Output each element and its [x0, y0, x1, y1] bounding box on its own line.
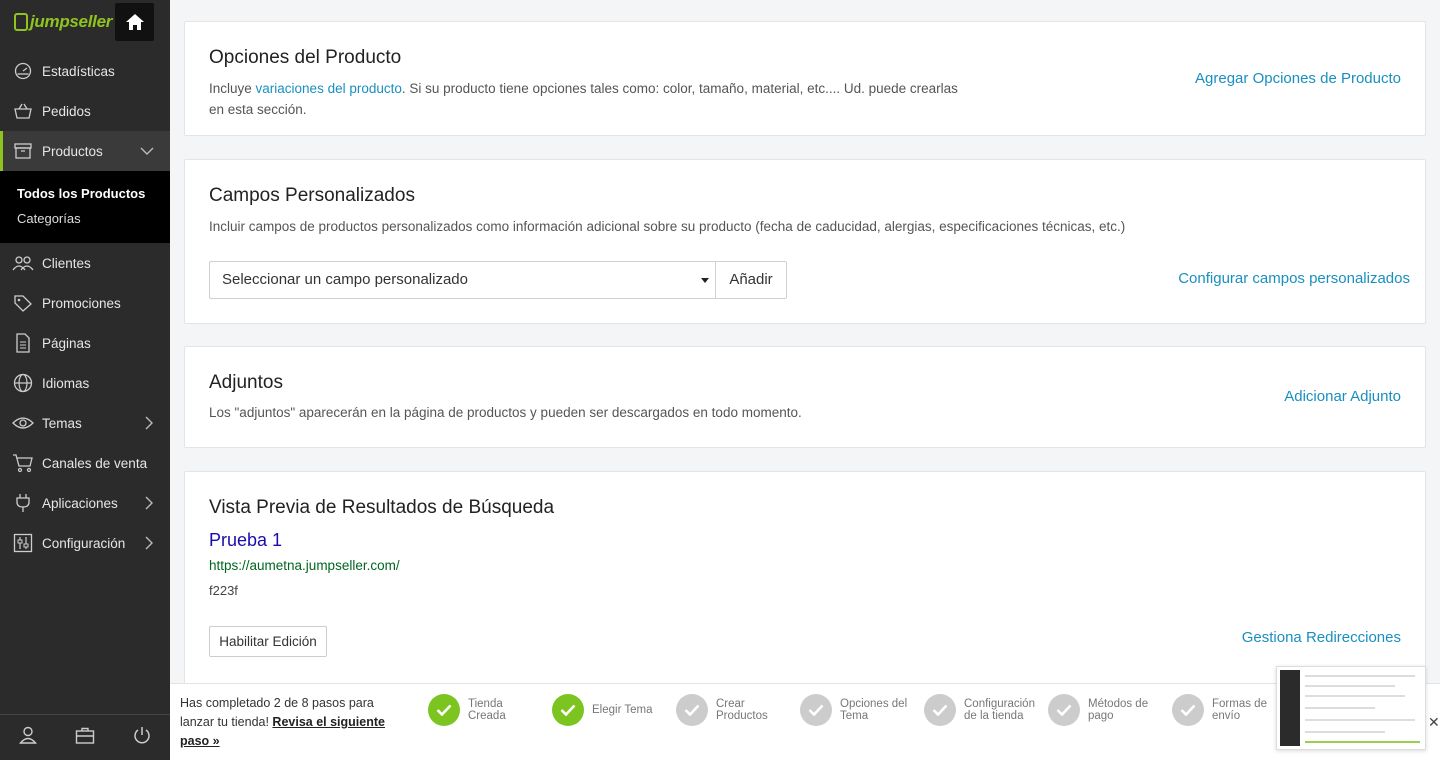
- card-description: Incluir campos de productos personalizad…: [209, 219, 1126, 234]
- card-title: Adjuntos: [209, 372, 283, 393]
- sidebar-item-paginas[interactable]: Páginas: [0, 323, 170, 363]
- home-icon: [125, 14, 144, 30]
- step-configuracion-tienda[interactable]: Configuración de la tienda: [924, 694, 1044, 726]
- custom-field-select[interactable]: Seleccionar un campo personalizado: [209, 261, 716, 299]
- sidebar-item-idiomas[interactable]: Idiomas: [0, 363, 170, 403]
- sidebar-item-temas[interactable]: Temas: [0, 403, 170, 443]
- card-title: Opciones del Producto: [209, 47, 402, 68]
- caret-down-icon: [701, 278, 709, 283]
- check-icon: [552, 694, 584, 726]
- document-icon: [12, 332, 34, 354]
- check-icon: [1048, 694, 1080, 726]
- sidebar: jumpseller Estadísticas Pedidos Producto…: [0, 0, 170, 760]
- user-icon[interactable]: [19, 726, 37, 749]
- sidebar-item-canales[interactable]: Canales de venta: [0, 443, 170, 483]
- chevron-right-icon: [144, 416, 154, 433]
- sidebar-item-label: Promociones: [42, 295, 121, 311]
- configure-custom-fields-link[interactable]: Configurar campos personalizados: [1178, 270, 1410, 287]
- product-options-card: Opciones del Producto Incluye variacione…: [184, 21, 1426, 136]
- home-button[interactable]: [115, 3, 154, 41]
- step-metodos-pago[interactable]: Métodos de pago: [1048, 694, 1158, 726]
- check-icon: [1172, 694, 1204, 726]
- submenu-todos-productos[interactable]: Todos los Productos: [17, 181, 170, 206]
- eye-icon: [12, 412, 34, 434]
- card-title: Campos Personalizados: [209, 185, 415, 206]
- globe-icon: [12, 372, 34, 394]
- speedometer-icon: [12, 60, 34, 82]
- productos-submenu: Todos los Productos Categorías: [0, 171, 170, 243]
- step-elegir-tema[interactable]: Elegir Tema: [552, 694, 662, 726]
- sidebar-item-aplicaciones[interactable]: Aplicaciones: [0, 483, 170, 523]
- sliders-icon: [12, 532, 34, 554]
- cart-icon: [12, 452, 34, 474]
- close-icon[interactable]: ✕: [1428, 714, 1440, 731]
- add-custom-field-button[interactable]: Añadir: [715, 261, 787, 299]
- sidebar-item-label: Pedidos: [42, 103, 91, 119]
- search-preview-card: Vista Previa de Resultados de Búsqueda P…: [184, 471, 1426, 701]
- sidebar-item-promociones[interactable]: Promociones: [0, 283, 170, 323]
- sidebar-item-label: Configuración: [42, 535, 126, 551]
- basket-icon: [12, 100, 34, 122]
- card-title: Vista Previa de Resultados de Búsqueda: [209, 497, 555, 518]
- jumpseller-logo[interactable]: jumpseller: [14, 12, 112, 32]
- add-product-options-link[interactable]: Agregar Opciones de Producto: [1195, 70, 1401, 87]
- enable-edit-button[interactable]: Habilitar Edición: [209, 626, 327, 657]
- sidebar-item-label: Idiomas: [42, 375, 90, 391]
- sidebar-item-pedidos[interactable]: Pedidos: [0, 91, 170, 131]
- check-icon: [924, 694, 956, 726]
- tag-icon: [12, 292, 34, 314]
- onboarding-bar: Has completado 2 de 8 pasos para lanzar …: [170, 666, 1440, 760]
- product-variations-link[interactable]: variaciones del producto: [256, 81, 402, 96]
- check-icon: [676, 694, 708, 726]
- preview-thumbnail[interactable]: [1276, 666, 1426, 750]
- attachments-card: Adjuntos Los "adjuntos" aparecerán en la…: [184, 346, 1426, 448]
- sidebar-item-productos[interactable]: Productos: [0, 131, 170, 171]
- step-tienda-creada[interactable]: Tienda Creada: [428, 694, 538, 726]
- chevron-right-icon: [144, 536, 154, 553]
- chevron-right-icon: [144, 496, 154, 513]
- card-description: Los "adjuntos" aparecerán en la página d…: [209, 405, 802, 420]
- step-crear-productos[interactable]: Crear Productos: [676, 694, 786, 726]
- onboarding-text: Has completado 2 de 8 pasos para lanzar …: [180, 696, 385, 748]
- power-icon[interactable]: [133, 726, 151, 749]
- manage-redirects-link[interactable]: Gestiona Redirecciones: [1242, 629, 1401, 646]
- card-description: Incluye variaciones del producto. Si su …: [209, 81, 958, 117]
- submenu-categorias[interactable]: Categorías: [17, 206, 170, 231]
- sidebar-item-label: Temas: [42, 415, 82, 431]
- sidebar-item-label: Productos: [42, 143, 103, 159]
- search-result-url: https://aumetna.jumpseller.com/: [209, 558, 400, 573]
- sidebar-item-label: Canales de venta: [42, 455, 148, 471]
- sidebar-item-label: Páginas: [42, 335, 91, 351]
- sidebar-footer: [0, 714, 170, 760]
- briefcase-icon[interactable]: [75, 727, 95, 749]
- sidebar-item-configuracion[interactable]: Configuración: [0, 523, 170, 563]
- sidebar-item-label: Estadísticas: [42, 63, 115, 79]
- chevron-down-icon: [140, 144, 154, 159]
- step-opciones-tema[interactable]: Opciones del Tema: [800, 694, 910, 726]
- search-result-description: f223f: [209, 583, 238, 598]
- sidebar-item-clientes[interactable]: Clientes: [0, 243, 170, 283]
- step-formas-envio[interactable]: Formas de envío: [1172, 694, 1282, 726]
- sidebar-item-label: Aplicaciones: [42, 495, 118, 511]
- custom-fields-card: Campos Personalizados Incluir campos de …: [184, 159, 1426, 324]
- sidebar-item-label: Clientes: [42, 255, 91, 271]
- users-icon: [12, 252, 34, 274]
- check-icon: [800, 694, 832, 726]
- plug-icon: [12, 492, 34, 514]
- sidebar-item-estadisticas[interactable]: Estadísticas: [0, 51, 170, 91]
- search-result-title: Prueba 1: [209, 530, 283, 550]
- check-icon: [428, 694, 460, 726]
- add-attachment-link[interactable]: Adicionar Adjunto: [1284, 388, 1401, 405]
- box-icon: [12, 140, 34, 162]
